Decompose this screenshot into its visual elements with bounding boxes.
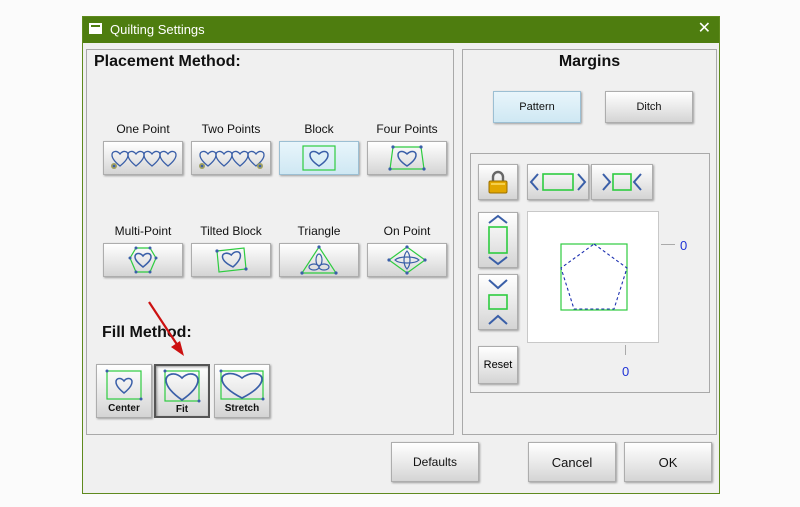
- label-tilted-block: Tilted Block: [200, 224, 262, 238]
- triangle-icon: [300, 245, 338, 275]
- label-two-points: Two Points: [201, 122, 261, 136]
- defaults-button[interactable]: Defaults: [391, 442, 479, 482]
- two-points-icon: [199, 150, 265, 169]
- block-button[interactable]: [279, 141, 359, 175]
- fit-icon: [163, 369, 201, 403]
- bottom-margin-tick: [625, 345, 626, 355]
- shrink-vertical-button[interactable]: [478, 274, 518, 330]
- close-icon[interactable]: ✕: [698, 20, 711, 38]
- annotation-arrow-icon: [148, 301, 184, 356]
- tilted-block-button[interactable]: [191, 243, 271, 277]
- label-block: Block: [304, 122, 334, 136]
- on-point-button[interactable]: [367, 243, 447, 277]
- fill-center-button[interactable]: Center: [96, 364, 152, 418]
- label-four-points: Four Points: [376, 122, 438, 136]
- shrink-vertical-icon: [488, 279, 508, 325]
- center-icon: [105, 369, 143, 401]
- ok-button[interactable]: OK: [624, 442, 712, 482]
- one-point-button[interactable]: [103, 141, 183, 175]
- right-margin-value: 0: [680, 238, 688, 253]
- margins-group: Margins Pattern Ditch Reset 0 0: [462, 49, 717, 435]
- label-on-point: On Point: [383, 224, 431, 238]
- lock-button[interactable]: [478, 164, 518, 200]
- margin-preview: [527, 211, 659, 343]
- placement-group: Placement Method: One Point Two Points B…: [86, 49, 454, 435]
- block-icon: [302, 145, 336, 171]
- ditch-tab-button[interactable]: Ditch: [605, 91, 693, 123]
- multi-point-button[interactable]: [103, 243, 183, 277]
- window-title: Quilting Settings: [110, 22, 205, 37]
- fill-center-label: Center: [108, 403, 140, 414]
- one-point-icon: [111, 150, 177, 169]
- label-multi-point: Multi-Point: [114, 224, 172, 238]
- pentagon-preview-icon: [560, 243, 628, 311]
- triangle-button[interactable]: [279, 243, 359, 277]
- on-point-icon: [387, 245, 427, 275]
- right-margin-tick: [661, 244, 675, 245]
- title-bar: Quilting Settings ✕: [83, 17, 719, 43]
- fill-fit-button[interactable]: Fit: [154, 364, 210, 418]
- label-one-point: One Point: [116, 122, 170, 136]
- multi-point-icon: [128, 246, 158, 274]
- four-points-icon: [388, 145, 426, 171]
- stretch-icon: [219, 369, 265, 401]
- expand-vertical-icon: [488, 214, 508, 266]
- tilted-block-icon: [215, 247, 248, 273]
- expand-horizontal-button[interactable]: [527, 164, 589, 200]
- cancel-button[interactable]: Cancel: [528, 442, 616, 482]
- fill-fit-label: Fit: [175, 404, 189, 415]
- shrink-horizontal-icon: [602, 173, 642, 191]
- fill-stretch-button[interactable]: Stretch: [214, 364, 270, 418]
- label-triangle: Triangle: [297, 224, 341, 238]
- four-points-button[interactable]: [367, 141, 447, 175]
- margins-heading: Margins: [558, 53, 621, 70]
- two-points-button[interactable]: [191, 141, 271, 175]
- pattern-tab-button[interactable]: Pattern: [493, 91, 581, 123]
- expand-vertical-button[interactable]: [478, 212, 518, 268]
- quilting-settings-dialog: Quilting Settings ✕ Placement Method: On…: [82, 16, 720, 494]
- placement-heading: Placement Method:: [94, 53, 241, 70]
- reset-button[interactable]: Reset: [478, 346, 518, 384]
- lock-icon: [488, 170, 508, 194]
- app-icon: [89, 23, 102, 34]
- expand-horizontal-icon: [529, 173, 587, 191]
- shrink-horizontal-button[interactable]: [591, 164, 653, 200]
- fill-stretch-label: Stretch: [224, 403, 260, 414]
- bottom-margin-value: 0: [622, 364, 630, 379]
- margin-editor-panel: Reset 0 0: [470, 153, 710, 393]
